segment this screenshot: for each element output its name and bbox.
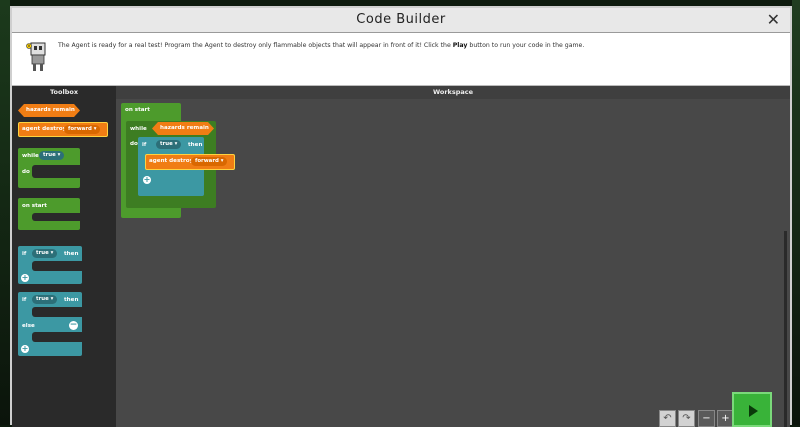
- instruction-panel: The Agent is ready for a real test! Prog…: [12, 33, 790, 86]
- toolbox-else-remove-icon[interactable]: −: [69, 321, 78, 330]
- toolbox-if-else-if-label: if: [22, 297, 27, 303]
- workspace-on-start-label: on start: [125, 107, 150, 113]
- toolbox-if-else-add-icon[interactable]: +: [21, 345, 29, 353]
- game-background-right: [792, 0, 800, 425]
- close-icon[interactable]: ✕: [767, 10, 780, 29]
- instruction-text-part: The Agent is ready for a real test! Prog…: [58, 42, 453, 49]
- instruction-play-word: Play: [452, 42, 468, 49]
- redo-icon[interactable]: ↷: [678, 410, 695, 427]
- agent-robot-icon: [26, 42, 46, 71]
- toolbox-hazards-label: hazards remain: [26, 107, 75, 113]
- toolbox-forward-dropdown[interactable]: forward ▾: [64, 125, 101, 134]
- play-icon: [749, 405, 758, 417]
- toolbox-else-label: else: [22, 323, 35, 329]
- undo-icon[interactable]: ↶: [659, 410, 676, 427]
- code-builder-window: Code Builder ✕ The Agent is ready for a …: [10, 6, 792, 427]
- while-slot: [32, 165, 80, 178]
- workspace-header: Workspace: [432, 88, 474, 96]
- toolbox-do-label: do: [22, 169, 30, 175]
- toolbox-if-label: if: [22, 251, 27, 257]
- workspace-do-label: do: [130, 141, 138, 147]
- workspace-scrollbar[interactable]: [784, 231, 787, 427]
- toolbox-while-true-dropdown[interactable]: true ▾: [39, 151, 65, 160]
- workspace-while-label: while: [130, 126, 147, 132]
- workspace-if-true-dropdown[interactable]: true ▾: [156, 140, 182, 149]
- workspace-panel: Workspace on start while hazards remain …: [116, 86, 790, 427]
- toolbox-if-add-icon[interactable]: +: [21, 274, 29, 282]
- toolbox-then-label: then: [64, 251, 79, 257]
- if-else-then-slot: [32, 307, 82, 317]
- workspace-hazards-label: hazards remain: [160, 125, 209, 131]
- workspace-if-add-icon[interactable]: +: [143, 176, 151, 184]
- workspace-then-label: then: [188, 142, 203, 148]
- toolbox-if-true-dropdown[interactable]: true ▾: [32, 249, 58, 258]
- workspace-forward-dropdown[interactable]: forward ▾: [191, 157, 228, 166]
- workspace-if-label: if: [142, 142, 147, 148]
- if-then-slot: [32, 261, 82, 271]
- play-button[interactable]: [732, 392, 772, 427]
- toolbox-if-else-then-label: then: [64, 297, 79, 303]
- toolbox-header: Toolbox: [49, 88, 79, 96]
- on-start-slot: [32, 213, 80, 221]
- toolbox-if-else-true-dropdown[interactable]: true ▾: [32, 295, 58, 304]
- toolbox-while-label: while: [22, 153, 39, 159]
- window-title: Code Builder: [356, 12, 446, 27]
- if-else-else-slot: [32, 332, 82, 342]
- workspace-header-bar: Workspace: [116, 86, 790, 99]
- workspace-agent-destroy-label: agent destroy: [149, 158, 194, 164]
- game-background-left: [0, 0, 10, 425]
- title-bar: Code Builder ✕: [12, 8, 790, 33]
- toolbox-panel: Toolbox hazards remain agent destroy for…: [12, 86, 116, 427]
- toolbox-on-start-label: on start: [22, 203, 47, 209]
- zoom-out-icon[interactable]: −: [698, 410, 715, 427]
- instruction-text: The Agent is ready for a real test! Prog…: [58, 41, 778, 50]
- instruction-text-part: button to run your code in the game.: [467, 42, 585, 49]
- toolbox-agent-destroy-label: agent destroy: [22, 126, 67, 132]
